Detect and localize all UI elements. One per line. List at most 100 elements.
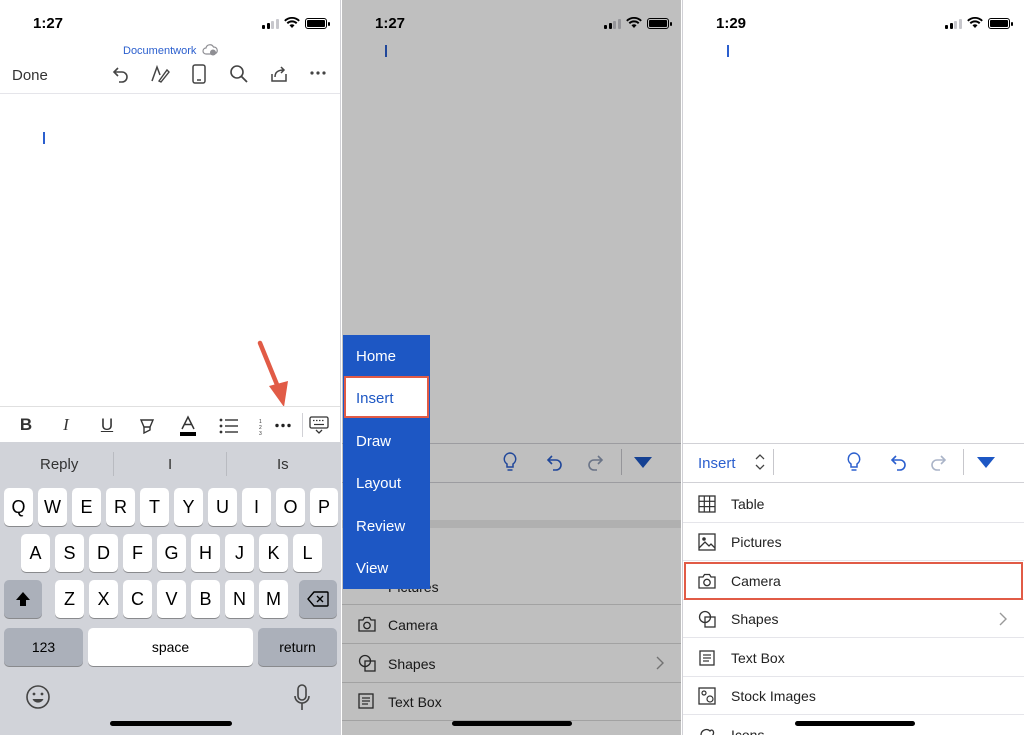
home-indicator [110, 721, 232, 726]
key-l[interactable]: L [293, 534, 322, 572]
share-icon[interactable] [269, 64, 289, 84]
insert-item-text-box[interactable]: Text Box [683, 639, 1024, 677]
font-color-icon[interactable] [178, 415, 198, 437]
home-indicator [452, 721, 572, 726]
suggestion-divider [113, 452, 114, 476]
key-m[interactable]: M [259, 580, 288, 618]
tab-review[interactable]: Review [356, 518, 405, 535]
key-e[interactable]: E [72, 488, 101, 526]
undo-icon[interactable] [110, 64, 130, 84]
insert-item-label: Stock Images [731, 687, 816, 704]
space-key[interactable]: space [88, 628, 253, 666]
suggestion-3[interactable]: Is [277, 456, 289, 473]
search-icon[interactable] [229, 64, 249, 84]
key-k[interactable]: K [259, 534, 288, 572]
chevron-up-down-icon[interactable] [755, 453, 765, 471]
key-i[interactable]: I [242, 488, 271, 526]
cloud-saved-icon [202, 44, 218, 56]
redo-icon[interactable] [929, 452, 949, 472]
panel-tab-menu: 1:27 Pictures Camera Shapes Text Box Hom… [342, 0, 681, 735]
key-r[interactable]: R [106, 488, 135, 526]
key-s[interactable]: S [55, 534, 84, 572]
wifi-icon [283, 17, 300, 28]
status-icons [945, 17, 1013, 29]
draw-pen-icon[interactable] [150, 64, 170, 84]
annotation-arrow-icon [257, 340, 288, 407]
key-n[interactable]: N [225, 580, 254, 618]
undo-icon[interactable] [888, 452, 908, 472]
document-title[interactable]: Documentwork [123, 45, 196, 57]
tab-view[interactable]: View [356, 560, 388, 577]
panel-insert-menu: 1:29 Insert Table Pictures Camera Shapes… [682, 0, 1024, 735]
mobile-view-icon[interactable] [192, 64, 206, 84]
insert-item-table[interactable]: Table [683, 485, 1024, 523]
highlighter-icon[interactable] [138, 417, 156, 435]
ribbon-tab-selector[interactable]: Insert [698, 455, 736, 472]
ribbon-divider [683, 443, 1024, 444]
more-options-icon[interactable] [310, 70, 326, 76]
key-q[interactable]: Q [4, 488, 33, 526]
home-indicator [795, 721, 915, 726]
key-u[interactable]: U [208, 488, 237, 526]
highlight-box [684, 562, 1023, 600]
key-y[interactable]: Y [174, 488, 203, 526]
ribbon-divider-vertical [773, 449, 774, 475]
return-key[interactable]: return [258, 628, 337, 666]
suggestion-1[interactable]: Reply [40, 456, 78, 473]
insert-item-label: Pictures [731, 533, 782, 550]
key-o[interactable]: O [276, 488, 305, 526]
bold-icon[interactable]: B [15, 413, 37, 437]
tab-home[interactable]: Home [356, 348, 396, 365]
more-icon[interactable] [275, 423, 291, 428]
cellular-signal-icon [262, 18, 279, 29]
icons-icon [700, 728, 715, 735]
chevron-right-icon [999, 612, 1007, 626]
backspace-icon [307, 591, 329, 607]
format-divider [302, 413, 303, 437]
cellular-signal-icon [945, 18, 962, 29]
collapse-ribbon-icon[interactable] [977, 457, 995, 468]
pictures-icon [698, 532, 716, 551]
done-button[interactable]: Done [12, 67, 48, 84]
key-d[interactable]: D [89, 534, 118, 572]
svg-text:3: 3 [259, 431, 262, 435]
shift-key[interactable] [4, 580, 42, 618]
lightbulb-icon[interactable] [846, 452, 862, 472]
key-h[interactable]: H [191, 534, 220, 572]
battery-icon [304, 17, 330, 29]
text-cursor [43, 132, 45, 144]
numbers-key[interactable]: 123 [4, 628, 83, 666]
key-j[interactable]: J [225, 534, 254, 572]
key-f[interactable]: F [123, 534, 152, 572]
tab-insert[interactable]: Insert [356, 390, 394, 407]
key-x[interactable]: X [89, 580, 118, 618]
key-a[interactable]: A [21, 534, 50, 572]
key-w[interactable]: W [38, 488, 67, 526]
key-c[interactable]: C [123, 580, 152, 618]
emoji-icon[interactable] [25, 684, 51, 710]
backspace-key[interactable] [299, 580, 337, 618]
keyboard-dismiss-icon[interactable] [309, 416, 329, 434]
key-v[interactable]: V [157, 580, 186, 618]
tab-layout[interactable]: Layout [356, 475, 401, 492]
insert-item-shapes[interactable]: Shapes [683, 600, 1024, 638]
key-g[interactable]: G [157, 534, 186, 572]
suggestion-2[interactable]: I [168, 456, 172, 473]
suggestion-divider [226, 452, 227, 476]
underline-icon[interactable]: U [96, 413, 118, 437]
bullets-icon[interactable] [219, 417, 239, 435]
key-b[interactable]: B [191, 580, 220, 618]
status-icons [262, 17, 330, 29]
key-t[interactable]: T [140, 488, 169, 526]
software-keyboard: Reply I Is Q W E R T Y U I O P A S D F G… [0, 442, 340, 735]
insert-item-pictures[interactable]: Pictures [683, 523, 1024, 561]
wifi-icon [966, 17, 983, 28]
key-z[interactable]: Z [55, 580, 84, 618]
numbering-icon[interactable]: 123 [259, 417, 265, 435]
insert-item-label: Table [731, 495, 765, 512]
insert-item-stock-images[interactable]: Stock Images [683, 677, 1024, 715]
key-p[interactable]: P [310, 488, 338, 526]
microphone-icon[interactable] [293, 684, 311, 712]
tab-draw[interactable]: Draw [356, 433, 391, 450]
italic-icon[interactable]: I [55, 413, 77, 437]
